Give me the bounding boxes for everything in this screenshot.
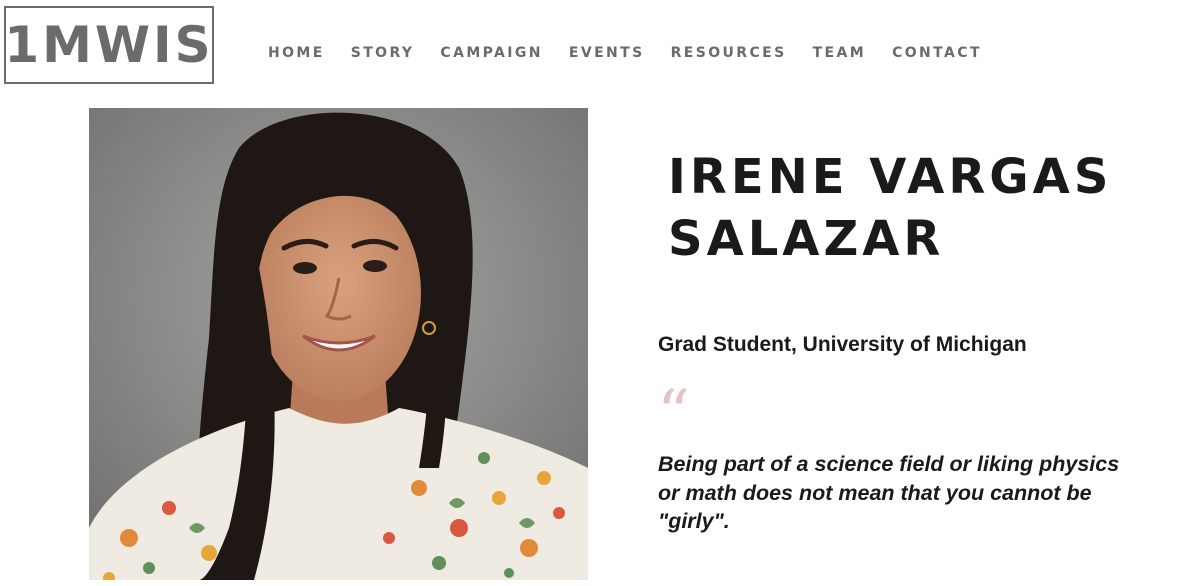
nav-campaign[interactable]: CAMPAIGN bbox=[440, 44, 542, 62]
profile-page: 1MWIS HOME STORY CAMPAIGN EVENTS RESOURC… bbox=[0, 0, 1200, 586]
nav-events[interactable]: EVENTS bbox=[569, 44, 645, 62]
profile-role: Grad Student, University of Michigan bbox=[658, 333, 1027, 356]
site-logo[interactable]: 1MWIS bbox=[4, 6, 214, 84]
profile-name-line-2: SALAZAR bbox=[668, 211, 945, 267]
quote-mark-icon: “ bbox=[657, 377, 690, 451]
nav-story[interactable]: STORY bbox=[351, 44, 415, 62]
nav-home[interactable]: HOME bbox=[268, 44, 325, 62]
nav-resources[interactable]: RESOURCES bbox=[671, 44, 787, 62]
profile-quote: Being part of a science field or liking … bbox=[658, 450, 1178, 536]
logo-text: 1MWIS bbox=[4, 16, 214, 74]
nav-team[interactable]: TEAM bbox=[813, 44, 866, 62]
profile-photo bbox=[89, 108, 588, 580]
quote-line-2: or math does not mean that you cannot be bbox=[658, 480, 1092, 505]
profile-name-line-1: IRENE VARGAS bbox=[668, 149, 1113, 205]
nav-contact[interactable]: CONTACT bbox=[892, 44, 982, 62]
quote-line-3: "girly". bbox=[658, 509, 730, 533]
profile-name: IRENE VARGAS SALAZAR bbox=[668, 146, 1168, 270]
quote-line-1: Being part of a science field or liking … bbox=[658, 452, 1120, 476]
main-nav: HOME STORY CAMPAIGN EVENTS RESOURCES TEA… bbox=[268, 44, 1008, 62]
